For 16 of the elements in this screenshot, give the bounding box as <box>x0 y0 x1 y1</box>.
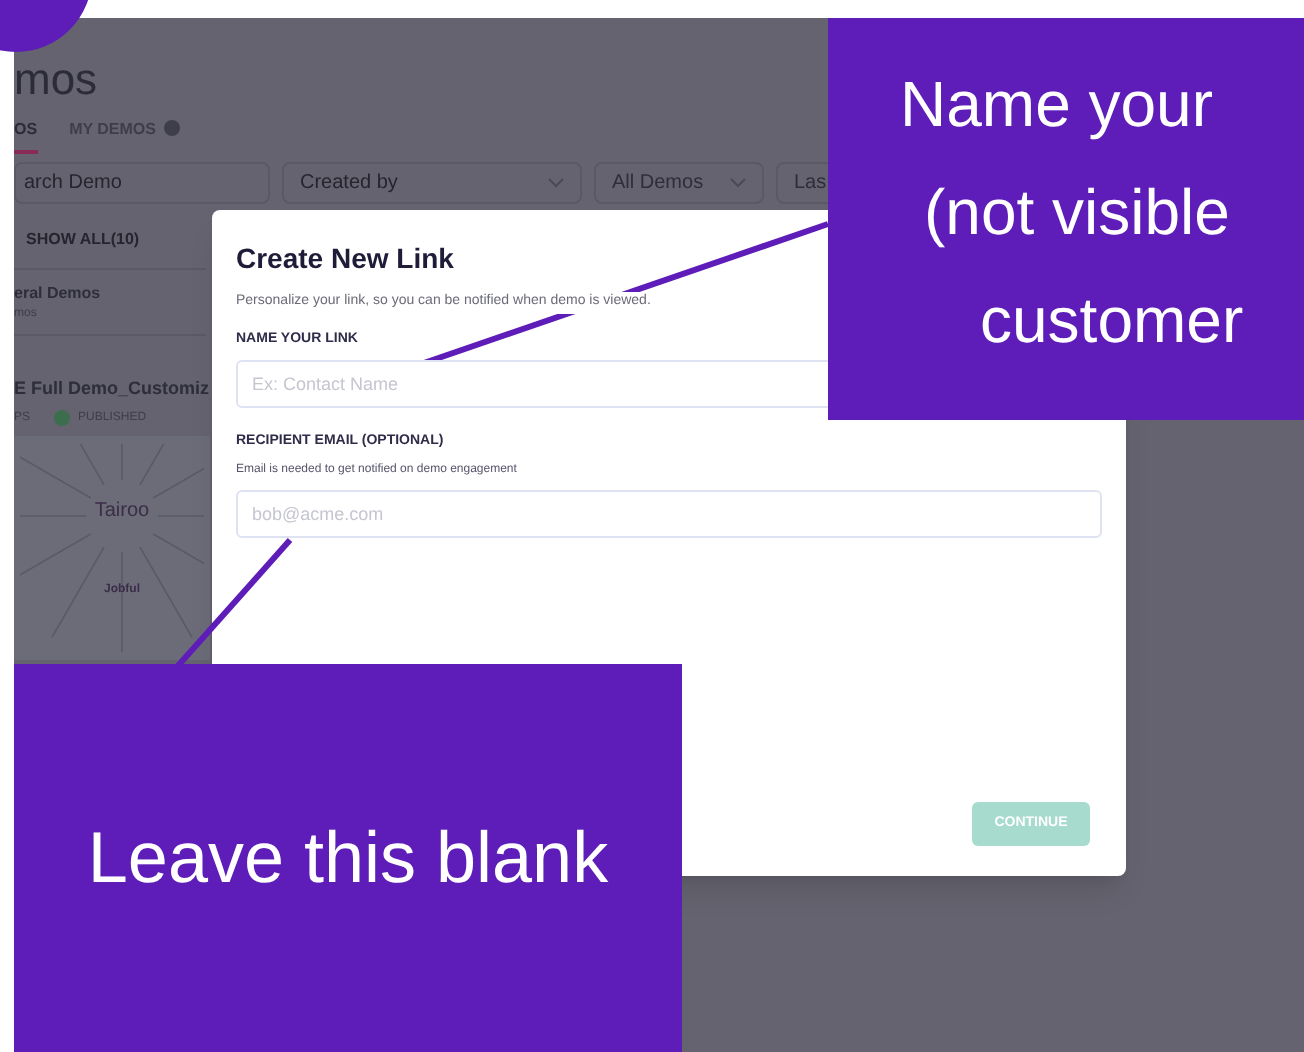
callout-text: customer <box>980 282 1244 360</box>
info-icon <box>163 120 180 136</box>
input-field[interactable]: bob@acme.com <box>236 489 1102 537</box>
callout-text: (not visible <box>924 174 1230 252</box>
tab[interactable]: OS <box>14 118 38 154</box>
page-title: mos <box>14 54 98 106</box>
creator-dropdown[interactable]: Created by <box>282 162 582 204</box>
show-all-link[interactable]: SHOW ALL(10) <box>26 228 140 252</box>
chevron-icon <box>730 178 746 188</box>
callout-text: Name your <box>900 66 1213 144</box>
chevron-icon <box>548 178 564 188</box>
search-field[interactable]: arch Demo <box>14 162 270 204</box>
dialog-title: Create New Link <box>236 240 456 278</box>
check-icon <box>54 410 71 426</box>
callout-text: Leave this blank <box>87 814 609 902</box>
logo-text: Tairoo <box>94 497 150 525</box>
